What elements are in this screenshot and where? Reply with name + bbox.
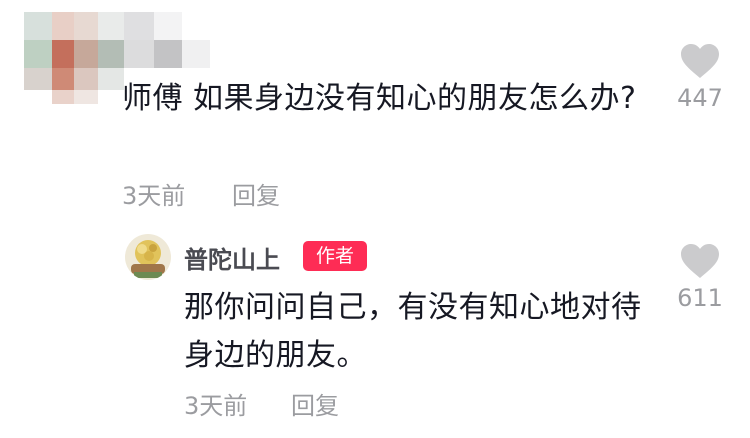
avatar-image [125, 234, 171, 280]
reply-username[interactable]: 普陀山上 [184, 240, 280, 275]
heart-icon [681, 44, 719, 78]
reply-text: 那你问问自己，有没有知心地对待身边的朋友。 [184, 290, 642, 373]
avatar[interactable] [125, 234, 171, 280]
comment-reply-button[interactable]: 回复 [232, 176, 280, 211]
comment-timestamp: 3天前 [122, 182, 186, 210]
reply-like-count: 611 [677, 284, 723, 312]
reply-like-button[interactable] [680, 244, 720, 284]
comment-like-button[interactable] [680, 44, 720, 84]
reply-timestamp: 3天前 [184, 392, 248, 420]
heart-icon [681, 244, 719, 278]
comment-text: 师傅 如果身边没有知心的朋友怎么办? [122, 81, 637, 116]
author-badge: 作者 [303, 241, 367, 271]
comment-like-count: 447 [677, 84, 723, 112]
reply-reply-button[interactable]: 回复 [291, 386, 339, 421]
